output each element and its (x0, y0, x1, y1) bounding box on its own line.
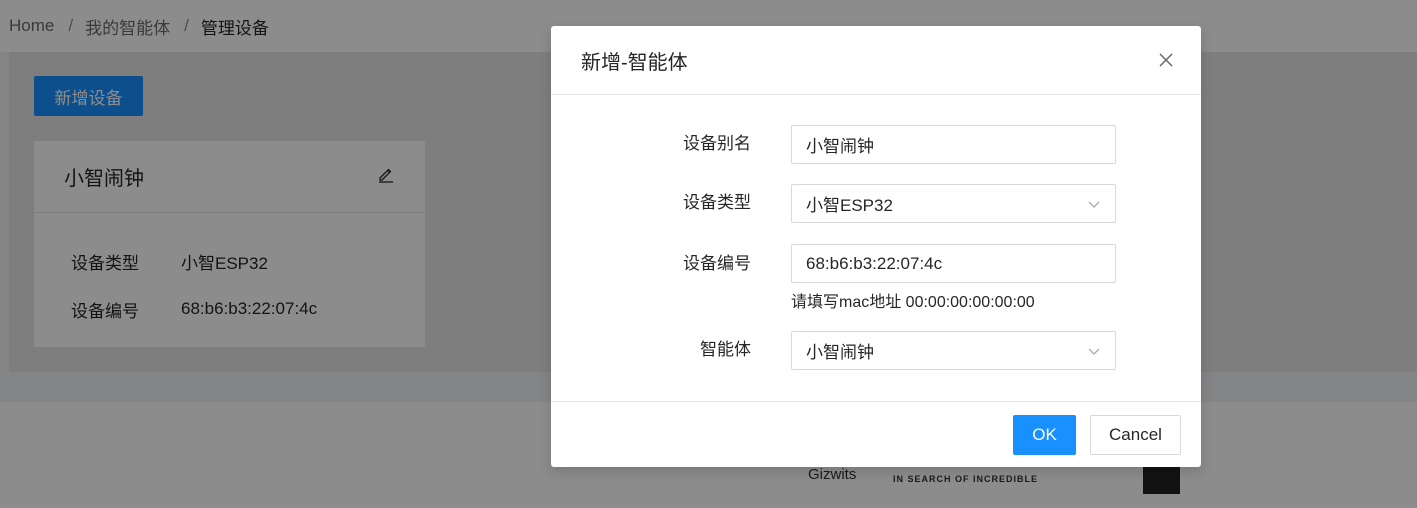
alias-label: 设备别名 (683, 134, 751, 153)
type-select[interactable]: 小智ESP32 (791, 184, 1116, 223)
cancel-button[interactable]: Cancel (1090, 415, 1181, 455)
agent-select[interactable]: 小智闹钟 (791, 331, 1116, 370)
chevron-down-icon (1088, 201, 1100, 208)
type-select-value: 小智ESP32 (806, 196, 893, 215)
close-icon (1159, 53, 1173, 67)
serial-input[interactable] (806, 253, 1101, 274)
alias-input[interactable] (806, 134, 1101, 155)
serial-field[interactable] (791, 244, 1116, 283)
page: Home / 我的智能体 / 管理设备 新增设备 小智闹钟 设备类型 小智ESP… (0, 0, 1417, 508)
close-button[interactable] (1151, 45, 1181, 75)
serial-hint: 请填写mac地址 00:00:00:00:00:00 (791, 294, 1035, 311)
modal-body: 设备别名 设备类型 小智ESP32 设备编号 请填写mac地址 00:00:00… (551, 95, 1201, 401)
modal-title: 新增-智能体 (581, 51, 688, 74)
modal-header: 新增-智能体 (551, 26, 1201, 95)
type-label: 设备类型 (683, 193, 751, 212)
agent-select-value: 小智闹钟 (806, 343, 874, 362)
ok-button[interactable]: OK (1013, 415, 1076, 455)
chevron-down-icon (1088, 348, 1100, 355)
agent-label: 智能体 (700, 340, 751, 359)
serial-label: 设备编号 (683, 254, 751, 273)
alias-field[interactable] (791, 125, 1116, 164)
add-agent-modal: 新增-智能体 设备别名 设备类型 小智ESP32 (551, 26, 1201, 467)
modal-footer: OK Cancel (551, 401, 1201, 467)
